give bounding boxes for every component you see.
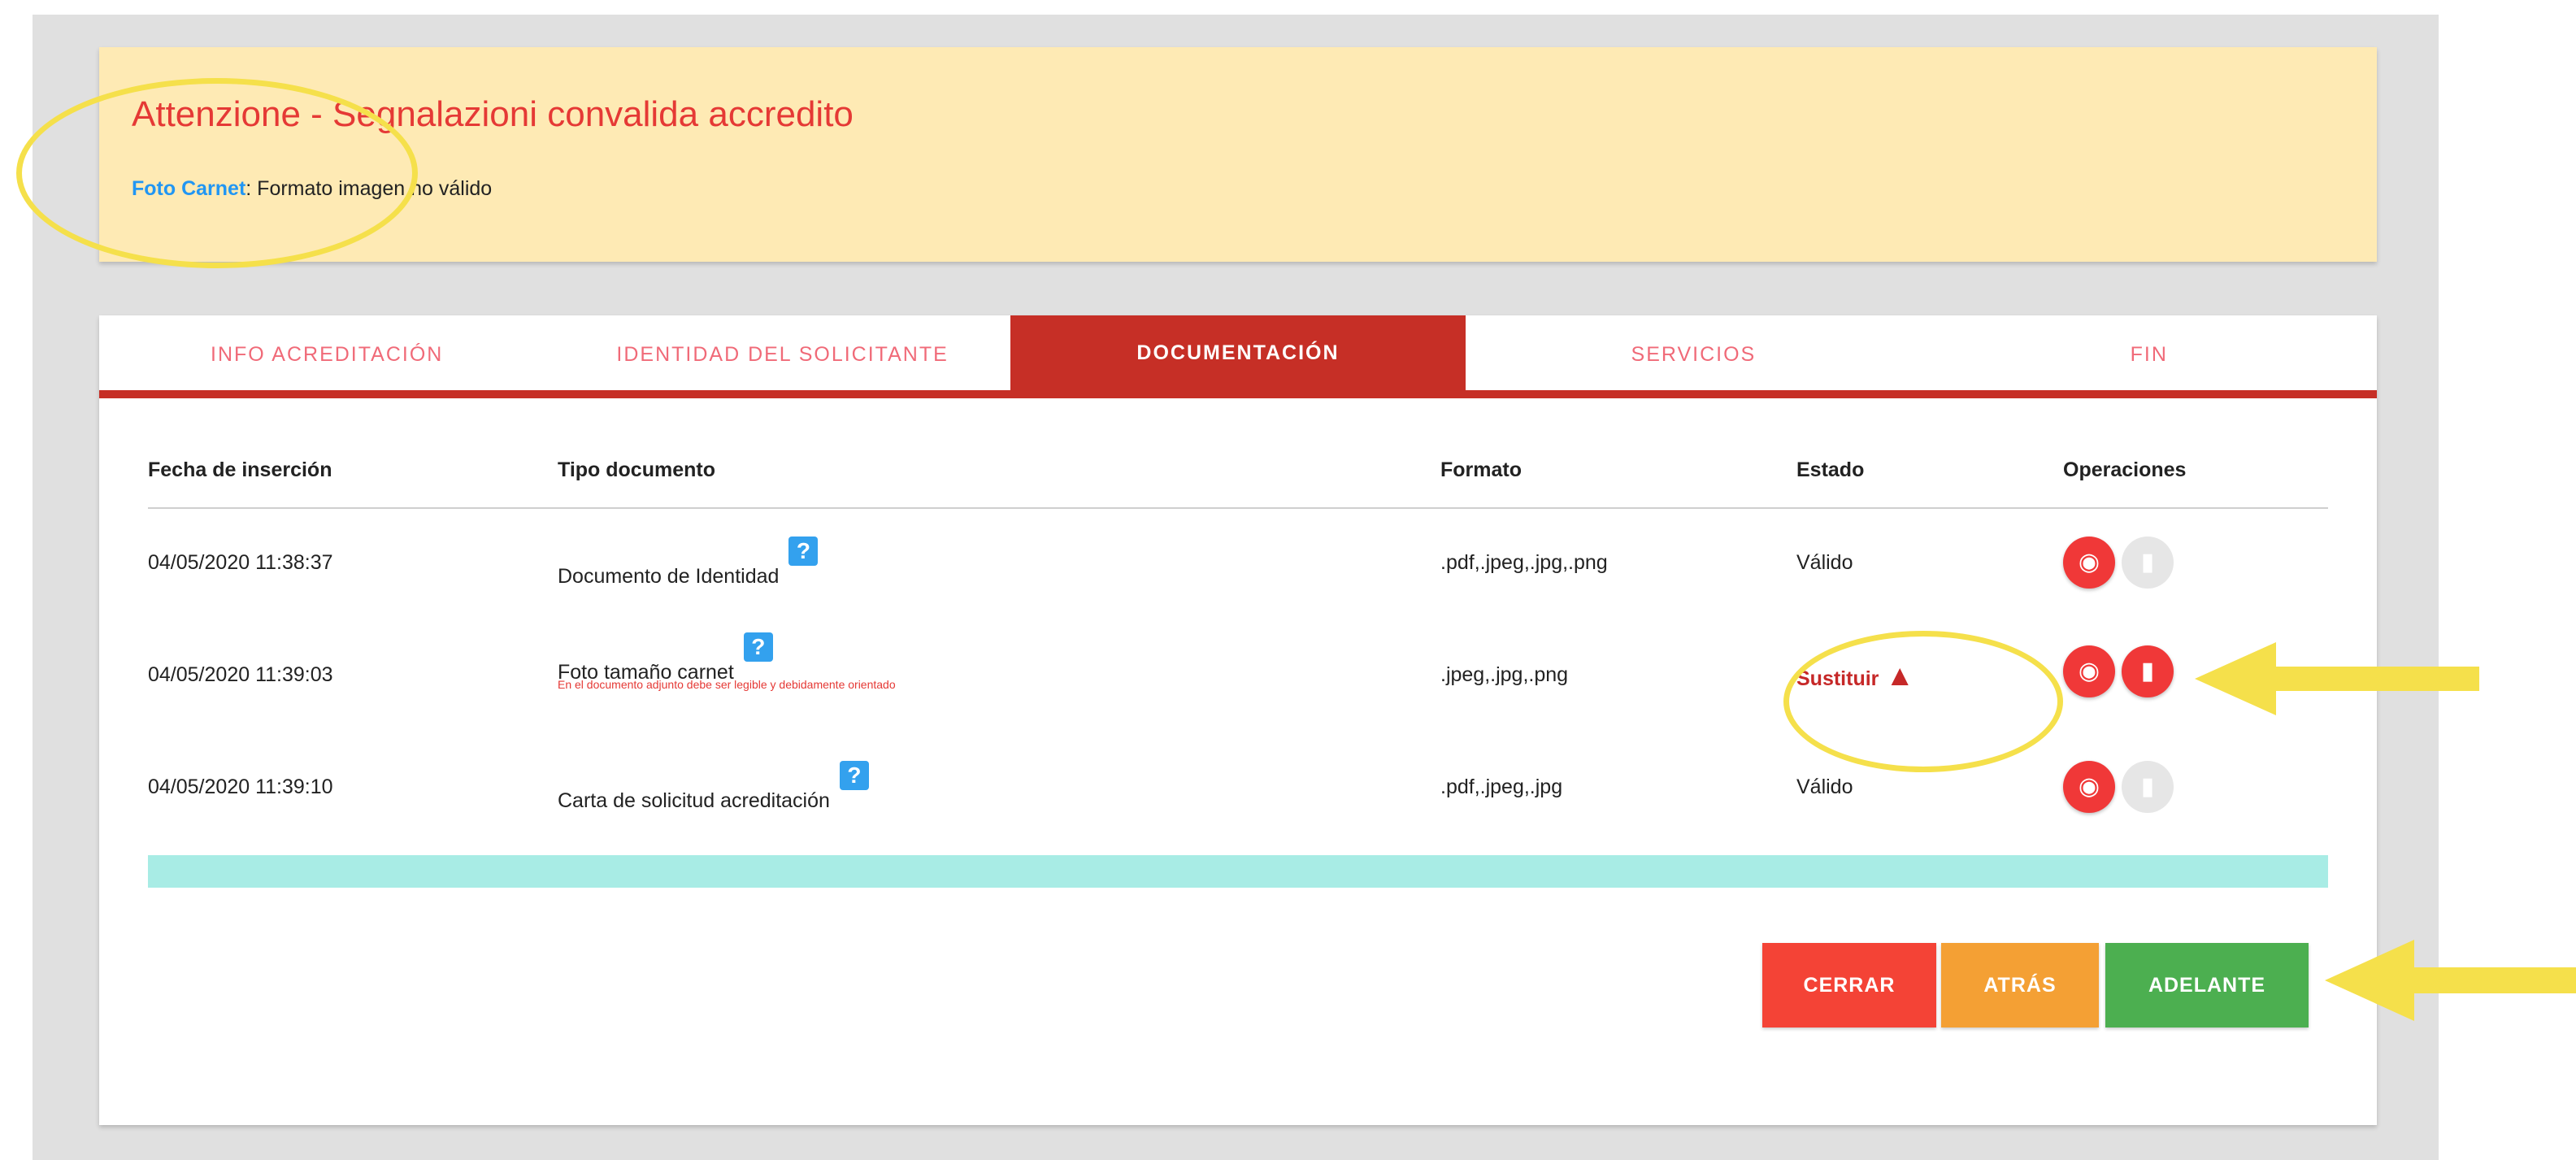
header-formato: Formato: [1440, 458, 1522, 481]
back-button[interactable]: ATRÁS: [1941, 943, 2099, 1027]
row-status: Válido: [1796, 551, 1853, 574]
eye-icon[interactable]: ◉: [2063, 761, 2115, 813]
row-operations: ◉ ▮: [2063, 537, 2180, 589]
tab-identidad-solicitante[interactable]: IDENTIDAD DEL SOLICITANTE: [554, 315, 1010, 393]
tab-underline: [99, 390, 2377, 398]
next-button[interactable]: ADELANTE: [2105, 943, 2309, 1027]
annotation-circle-alert: [16, 78, 418, 268]
header-estado: Estado: [1796, 458, 1865, 481]
row-type-label: Carta de solicitud acreditación: [558, 789, 830, 812]
annotation-arrow-next: [2325, 940, 2576, 1021]
tab-fin[interactable]: FIN: [1922, 315, 2377, 393]
tab-info-acreditacion[interactable]: INFO ACREDITACIÓN: [99, 315, 554, 393]
row-type: Carta de solicitud acreditación?: [558, 761, 869, 812]
help-icon[interactable]: ?: [839, 761, 869, 790]
table-header: Fecha de inserción Tipo documento Format…: [148, 458, 2328, 509]
validation-alert: Attenzione - Segnalazioni convalida accr…: [99, 47, 2377, 262]
tab-servicios[interactable]: SERVICIOS: [1466, 315, 1921, 393]
row-operations: ◉ ▮: [2063, 761, 2180, 813]
close-button[interactable]: CERRAR: [1762, 943, 1936, 1027]
row-format: .pdf,.jpeg,.jpg: [1440, 776, 1563, 798]
trash-icon: ▮: [2122, 761, 2174, 813]
row-date: 04/05/2020 11:39:10: [148, 776, 333, 798]
row-format: .pdf,.jpeg,.jpg,.png: [1440, 551, 1608, 574]
tab-documentacion[interactable]: DOCUMENTACIÓN: [1010, 315, 1466, 390]
eye-icon[interactable]: ◉: [2063, 645, 2115, 697]
annotation-circle-status: [1783, 631, 2063, 772]
trash-icon[interactable]: ▮: [2122, 645, 2174, 697]
row-date: 04/05/2020 11:38:37: [148, 551, 333, 574]
wizard-tabs: INFO ACREDITACIÓN IDENTIDAD DEL SOLICITA…: [99, 315, 2377, 393]
row-type: Foto tamaño carnet? En el documento adju…: [558, 632, 896, 691]
table-row: 04/05/2020 11:38:37 Documento de Identid…: [148, 537, 2328, 649]
header-fecha: Fecha de inserción: [148, 458, 332, 481]
header-operaciones: Operaciones: [2063, 458, 2187, 481]
row-type: Documento de Identidad?: [558, 537, 819, 588]
help-icon[interactable]: ?: [743, 632, 773, 662]
header-tipo: Tipo documento: [558, 458, 715, 481]
row-date: 04/05/2020 11:39:03: [148, 663, 333, 686]
trash-icon: ▮: [2122, 537, 2174, 589]
annotation-arrow-row: [2195, 642, 2479, 715]
row-status: Válido: [1796, 776, 1853, 798]
row-operations: ◉ ▮: [2063, 645, 2180, 697]
table-footer-bar: [148, 855, 2328, 888]
row-format: .jpeg,.jpg,.png: [1440, 663, 1569, 686]
row-type-label: Foto tamaño carnet: [558, 661, 734, 684]
row-type-label: Documento de Identidad: [558, 565, 780, 588]
eye-icon[interactable]: ◉: [2063, 537, 2115, 589]
help-icon[interactable]: ?: [788, 537, 819, 566]
